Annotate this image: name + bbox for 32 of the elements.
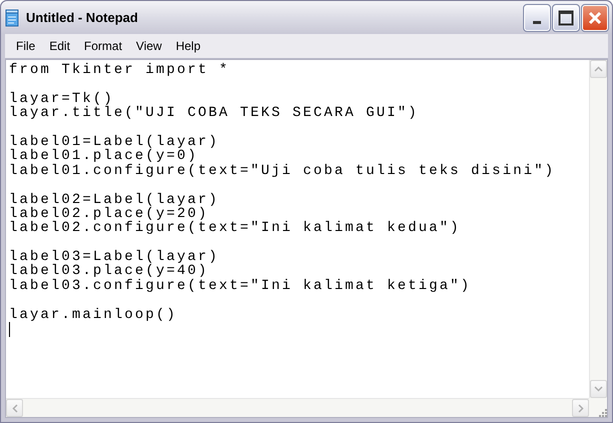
menu-item[interactable]: View: [129, 39, 169, 53]
code-line: label01=Label(layar): [9, 134, 220, 150]
chevron-down-icon: [594, 386, 603, 392]
notepad-icon: [4, 8, 20, 26]
menu-item[interactable]: Help: [168, 39, 208, 53]
text-cursor: [9, 322, 10, 338]
chevron-up-icon: [594, 66, 603, 72]
chevron-left-icon: [12, 404, 18, 412]
code-line: layar=Tk(): [9, 90, 114, 107]
code-line: label03.place(y=40): [9, 263, 209, 280]
code-line: label02.configure(text="Ini kalimat kedua"): [9, 220, 461, 236]
menu-item[interactable]: File: [9, 39, 42, 53]
maximize-icon: [558, 10, 574, 26]
scroll-down-button[interactable]: [590, 380, 607, 398]
code-line: label02=Label(layar): [9, 192, 220, 208]
code-line: layar.mainloop(): [9, 306, 178, 323]
chevron-right-icon: [578, 404, 584, 412]
resize-grip-icon[interactable]: [597, 407, 607, 417]
scroll-right-button[interactable]: [572, 399, 589, 417]
close-icon: [587, 10, 603, 26]
code-line: label03.configure(text="Ini kalimat ketiga"): [9, 278, 472, 294]
code-line: from Tkinter import *: [9, 62, 230, 78]
window-title: Untitled - Notepad: [26, 10, 139, 25]
scroll-up-button[interactable]: [590, 60, 607, 78]
code-line: layar.title("UJI COBA TEKS SECARA GUI"): [9, 105, 419, 122]
code-line: label01.place(y=0): [9, 148, 198, 164]
code-line: label02.place(y=20): [9, 206, 209, 222]
minimize-icon: [533, 20, 541, 24]
menu-item[interactable]: Format: [77, 39, 130, 53]
code-line: label01.configure(text="Uji coba tulis teks disini"): [9, 162, 556, 179]
menu-item[interactable]: Edit: [42, 39, 78, 53]
scroll-left-button[interactable]: [6, 399, 23, 417]
